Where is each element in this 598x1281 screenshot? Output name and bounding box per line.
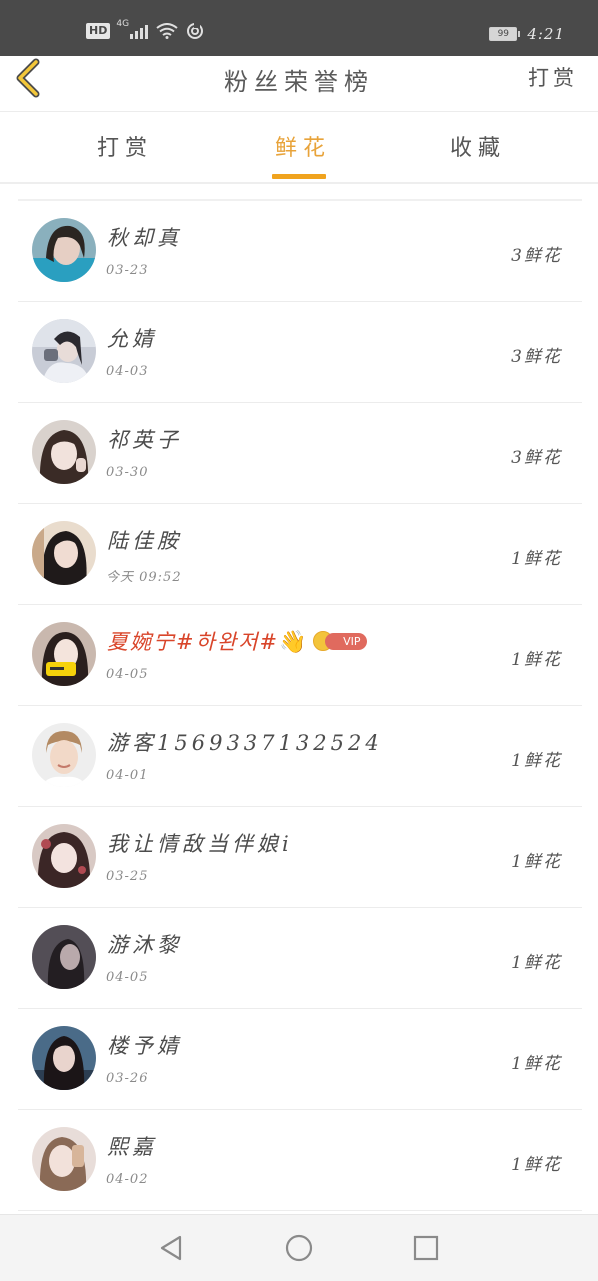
user-name: 熙嘉 bbox=[107, 1135, 157, 1159]
flower-count: 1鲜花 bbox=[511, 549, 562, 569]
flower-count: 1鲜花 bbox=[511, 1054, 562, 1074]
sync-icon bbox=[187, 22, 204, 39]
flower-count: 3鲜花 bbox=[511, 347, 562, 367]
flower-count: 1鲜花 bbox=[511, 953, 562, 973]
list-item[interactable]: 我让情敌当伴娘i 03-25 1鲜花 bbox=[18, 807, 582, 908]
list-item[interactable]: 秋却真 03-23 3鲜花 bbox=[18, 201, 582, 302]
list-item[interactable]: 陆佳胺 今天 09:52 1鲜花 bbox=[18, 504, 582, 605]
tab-bar: 打赏 鲜花 收藏 bbox=[0, 112, 598, 184]
gift-date: 03-26 bbox=[106, 1071, 149, 1086]
gift-date: 04-05 bbox=[106, 970, 149, 985]
flower-count: 1鲜花 bbox=[511, 1155, 562, 1175]
active-tab-indicator bbox=[272, 174, 326, 179]
header: 粉丝荣誉榜 打赏 bbox=[0, 56, 598, 112]
avatar bbox=[32, 824, 96, 888]
flower-count: 1鲜花 bbox=[511, 650, 562, 670]
user-name: 游沐黎 bbox=[107, 933, 182, 957]
vip-badge: VIP bbox=[312, 630, 369, 651]
user-name: 夏婉宁#하완저#👋 VIP bbox=[107, 626, 369, 656]
user-name: 游客1569337132524 bbox=[107, 731, 383, 755]
avatar bbox=[32, 319, 96, 383]
avatar bbox=[32, 723, 96, 787]
avatar bbox=[32, 420, 96, 484]
avatar bbox=[32, 1026, 96, 1090]
gift-date: 03-23 bbox=[106, 263, 149, 278]
gift-date: 03-30 bbox=[106, 465, 149, 480]
home-circle-icon[interactable] bbox=[284, 1233, 314, 1263]
gift-date: 04-03 bbox=[106, 364, 149, 379]
user-name: 我让情敌当伴娘i bbox=[107, 832, 293, 856]
user-name: 秋却真 bbox=[107, 226, 182, 250]
reward-button[interactable]: 打赏 bbox=[528, 62, 578, 92]
status-bar: HD 4G 99 4:21 bbox=[0, 0, 598, 56]
user-name: 陆佳胺 bbox=[107, 529, 182, 553]
avatar bbox=[32, 521, 96, 585]
vip-label: VIP bbox=[324, 632, 367, 650]
list-item[interactable]: 允婧 04-03 3鲜花 bbox=[18, 302, 582, 403]
page-title: 粉丝荣誉榜 bbox=[224, 68, 374, 96]
avatar bbox=[32, 1127, 96, 1191]
status-icons-right: 99 4:21 bbox=[489, 25, 565, 43]
signal-icon: 4G bbox=[116, 19, 149, 39]
hd-icon: HD bbox=[86, 23, 111, 39]
list-item[interactable]: 祁英子 03-30 3鲜花 bbox=[18, 403, 582, 504]
list-item[interactable]: 熙嘉 04-02 1鲜花 bbox=[18, 1110, 582, 1211]
gift-date: 03-25 bbox=[106, 869, 149, 884]
recents-square-icon[interactable] bbox=[411, 1233, 441, 1263]
avatar bbox=[32, 218, 96, 282]
tab-favorites[interactable]: 收藏 bbox=[450, 130, 506, 162]
user-name: 祁英子 bbox=[107, 428, 182, 452]
list-item[interactable]: 游沐黎 04-05 1鲜花 bbox=[18, 908, 582, 1009]
tab-reward[interactable]: 打赏 bbox=[97, 130, 153, 162]
list-item[interactable]: 楼予婧 03-26 1鲜花 bbox=[18, 1009, 582, 1110]
gift-date: 04-05 bbox=[106, 667, 149, 682]
gift-date: 04-02 bbox=[106, 1172, 149, 1187]
flower-count: 1鲜花 bbox=[511, 852, 562, 872]
user-name: 楼予婧 bbox=[107, 1034, 182, 1058]
fan-list: 秋却真 03-23 3鲜花 允婧 04-03 3鲜花 祁英子 03-30 3鲜花 bbox=[18, 201, 582, 1211]
flower-count: 3鲜花 bbox=[511, 448, 562, 468]
list-item[interactable]: 游客1569337132524 04-01 1鲜花 bbox=[18, 706, 582, 807]
avatar bbox=[32, 622, 96, 686]
wave-emoji: 👋 bbox=[279, 630, 309, 655]
wifi-icon bbox=[156, 23, 178, 39]
user-name-text: 夏婉宁#하완저# bbox=[107, 630, 280, 654]
battery-icon: 99 bbox=[489, 27, 521, 41]
user-name: 允婧 bbox=[107, 327, 157, 351]
tab-flowers[interactable]: 鲜花 bbox=[275, 130, 331, 162]
avatar bbox=[32, 925, 96, 989]
gift-date: 04-01 bbox=[106, 768, 149, 783]
list-item[interactable]: 夏婉宁#하완저#👋 VIP 04-05 1鲜花 bbox=[18, 605, 582, 706]
system-nav-bar bbox=[0, 1214, 598, 1281]
flower-count: 3鲜花 bbox=[511, 246, 562, 266]
flower-count: 1鲜花 bbox=[511, 751, 562, 771]
status-icons-left: HD 4G bbox=[86, 19, 204, 40]
clock: 4:21 bbox=[527, 25, 565, 43]
network-type: 4G bbox=[116, 19, 130, 29]
back-triangle-icon[interactable] bbox=[156, 1233, 186, 1263]
gift-date: 今天 09:52 bbox=[106, 570, 182, 585]
